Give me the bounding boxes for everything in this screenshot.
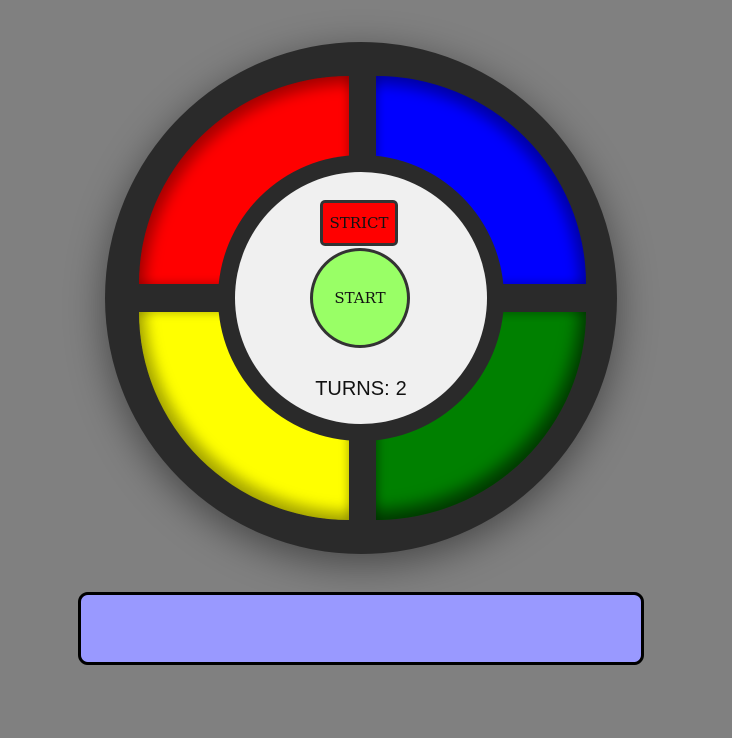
control-hub-ring: STRICT START TURNS: 2 xyxy=(218,155,504,441)
control-hub: STRICT START TURNS: 2 xyxy=(235,172,487,424)
turns-counter: TURNS: 2 xyxy=(235,378,487,401)
message-bar xyxy=(78,592,644,665)
simon-board: STRICT START TURNS: 2 xyxy=(105,42,617,554)
game-stage: STRICT START TURNS: 2 xyxy=(0,0,732,738)
turns-value: 2 xyxy=(395,378,407,400)
start-button[interactable]: START xyxy=(310,248,410,348)
strict-button[interactable]: STRICT xyxy=(320,200,398,246)
turns-label: TURNS: xyxy=(315,378,390,400)
